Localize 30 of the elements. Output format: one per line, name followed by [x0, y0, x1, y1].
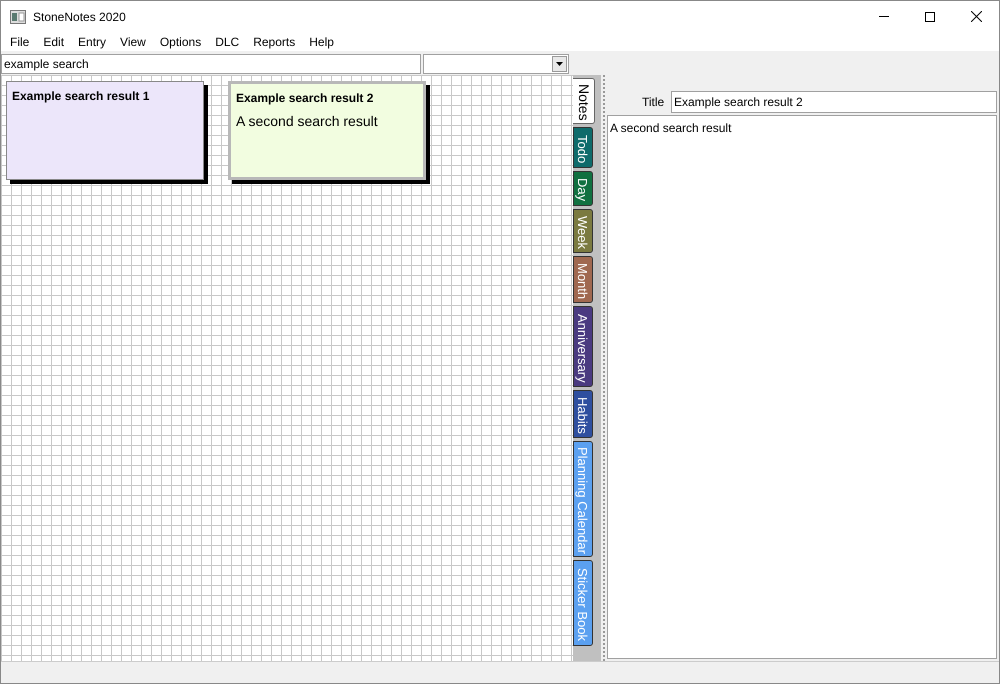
note-title: Example search result 2	[236, 90, 374, 107]
side-tab[interactable]: Habits	[573, 390, 593, 438]
minimize-icon	[879, 16, 889, 17]
menu-item[interactable]: Help	[302, 32, 341, 50]
side-tab[interactable]: Week	[573, 209, 593, 253]
maximize-icon	[925, 12, 935, 22]
side-tab[interactable]: Month	[573, 256, 593, 303]
filter-dropdown[interactable]	[423, 54, 569, 74]
menu-item[interactable]: Edit	[36, 32, 72, 50]
side-tab[interactable]: Todo	[573, 127, 593, 168]
title-field[interactable]: Example search result 2	[671, 91, 997, 113]
note-body-editor[interactable]: A second search result	[607, 115, 997, 659]
note-title: Example search result 1	[12, 88, 150, 105]
menu-item[interactable]: View	[113, 32, 153, 50]
side-tab[interactable]: Day	[573, 171, 593, 206]
title-label: Title	[642, 94, 666, 111]
menu-item[interactable]: Reports	[246, 32, 302, 50]
menu-item[interactable]: File	[3, 32, 36, 50]
note-body-text: A second search result	[610, 121, 732, 135]
app-icon	[10, 10, 26, 24]
close-icon	[970, 11, 982, 22]
menu-item[interactable]: Entry	[71, 32, 114, 50]
menu-item[interactable]: Options	[152, 32, 208, 50]
note-text: A second search result	[236, 112, 379, 131]
dropdown-arrow-icon	[556, 62, 563, 66]
menu-item[interactable]: DLC	[208, 32, 246, 50]
window-title: StoneNotes 2020	[33, 8, 126, 26]
side-tab[interactable]: Anniversary	[573, 306, 593, 387]
search-field[interactable]: example search	[1, 54, 421, 74]
side-tab[interactable]: Notes	[573, 78, 595, 124]
